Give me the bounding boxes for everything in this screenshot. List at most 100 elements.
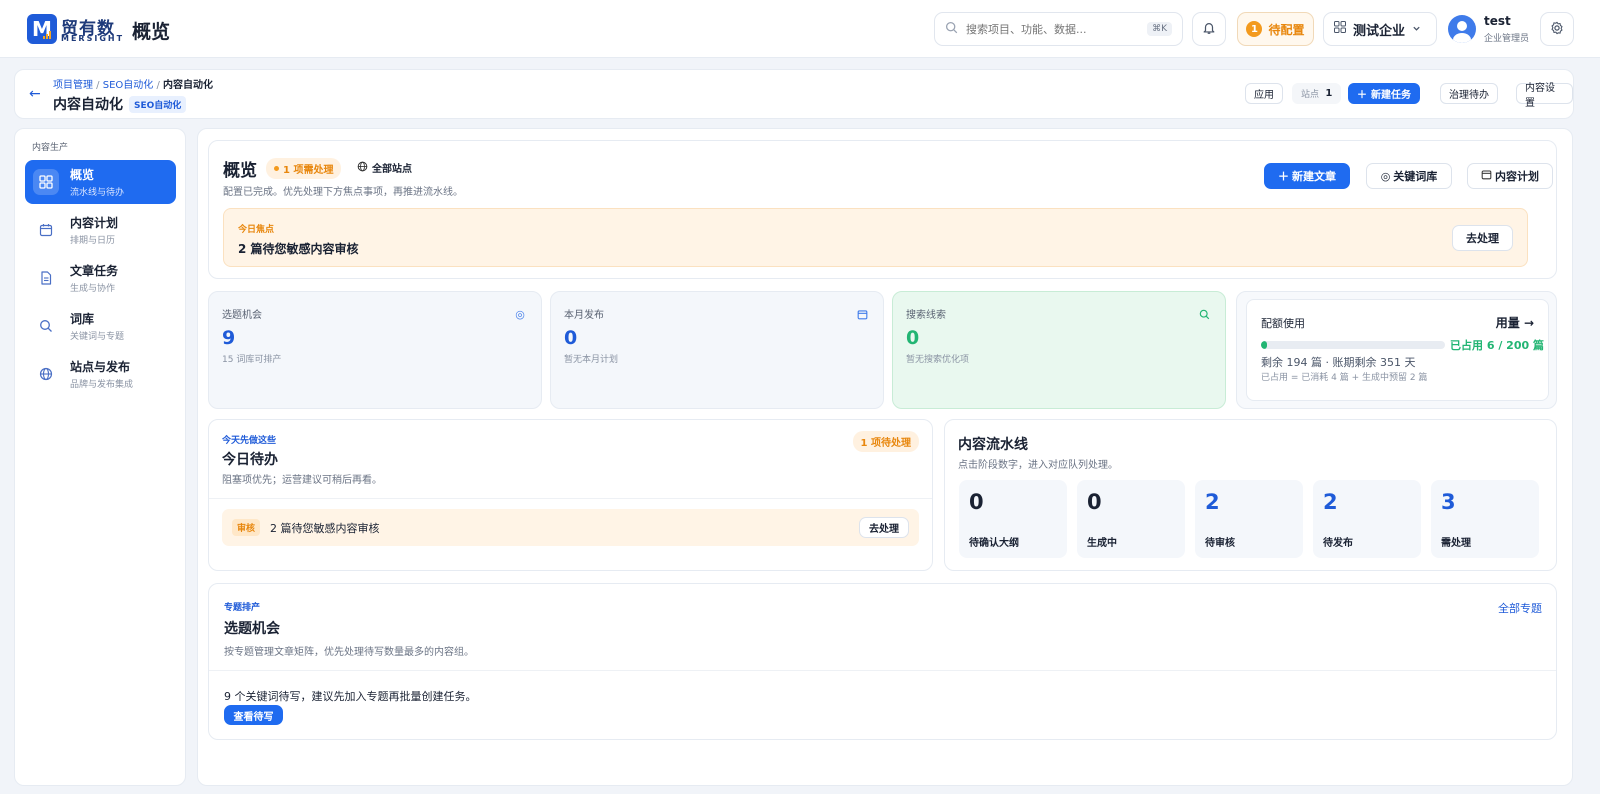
document-icon xyxy=(33,265,59,291)
todo-item-action-button[interactable]: 去处理 xyxy=(859,517,909,538)
stage-count: 0 xyxy=(969,490,984,514)
sidebar-item-sub: 流水线与待办 xyxy=(70,188,125,198)
search-input[interactable] xyxy=(966,22,1140,36)
content-plan-label: 内容计划 xyxy=(1495,170,1539,183)
breadcrumb-seo-automation[interactable]: SEO自动化 xyxy=(103,80,154,91)
all-sites-filter[interactable]: 全部站点 xyxy=(357,160,412,175)
calendar-icon xyxy=(1481,169,1492,183)
user-avatar[interactable] xyxy=(1448,15,1476,43)
target-icon: ◎ xyxy=(1380,169,1391,183)
search-icon xyxy=(945,21,958,37)
page-title: 概览 xyxy=(132,21,171,43)
today-todo-card: 今天先做这些 1 项待处理 今日待办 阻塞项优先；运营建议可稍后再看。 审核 2… xyxy=(208,419,933,571)
focus-action-button[interactable]: 去处理 xyxy=(1452,225,1513,251)
new-article-button[interactable]: ＋新建文章 xyxy=(1264,163,1350,189)
today-focus-banner: 今日焦点 2 篇待您敏感内容审核 去处理 xyxy=(223,208,1528,267)
pending-config-button[interactable]: 1 待配置 xyxy=(1237,12,1314,46)
pending-count-badge: 1 xyxy=(1246,21,1263,37)
sidebar-item-content-plan[interactable]: 内容计划 排期与日历 xyxy=(25,208,176,252)
pipeline-stage-needs-action[interactable]: 3 需处理 xyxy=(1431,480,1539,558)
new-task-button[interactable]: ＋ 新建任务 xyxy=(1348,83,1420,104)
sidebar-item-sub: 关键词与专题 xyxy=(70,332,125,342)
global-search[interactable]: ⌘K xyxy=(934,12,1183,46)
sidebar-item-label: 文章任务 xyxy=(70,264,119,278)
stage-label: 待发布 xyxy=(1323,538,1353,549)
pending-badge-text: 1 项需处理 xyxy=(283,165,334,176)
user-name[interactable]: test xyxy=(1484,14,1511,28)
sidebar-item-label: 站点与发布 xyxy=(70,360,131,374)
quota-remaining: 剩余 194 篇 · 账期剩余 351 天 xyxy=(1261,356,1416,369)
project-header: ← 项目管理 / SEO自动化 / 内容自动化 内容自动化 SEO自动化 应用 … xyxy=(14,69,1574,119)
plus-icon: ＋ xyxy=(1278,170,1289,183)
sites-indicator[interactable]: 站点 1 xyxy=(1292,83,1342,104)
breadcrumb-project-management[interactable]: 项目管理 xyxy=(53,80,93,91)
new-article-label: 新建文章 xyxy=(1292,170,1336,183)
sidebar-item-article-tasks[interactable]: 文章任务 生成与协作 xyxy=(25,256,176,300)
view-pending-button[interactable]: 查看待写 xyxy=(224,705,283,725)
todo-item[interactable]: 审核 2 篇待您敏感内容审核 去处理 xyxy=(222,509,919,546)
back-arrow-icon[interactable]: ← xyxy=(29,86,41,102)
quota-inner: 配额使用 用量 → 已占用 6 / 200 篇 剩余 194 篇 · 账期剩余 … xyxy=(1246,299,1549,401)
brand-name-en: MERSIGHT xyxy=(61,34,125,43)
pipeline-stage-publish[interactable]: 2 待发布 xyxy=(1313,480,1421,558)
gear-icon xyxy=(1550,21,1564,38)
stage-label: 生成中 xyxy=(1087,538,1117,549)
notification-bell-button[interactable] xyxy=(1192,12,1226,46)
sidebar-item-label: 词库 xyxy=(70,312,95,326)
company-name: 测试企业 xyxy=(1353,23,1406,39)
sidebar-item-sites-publishing[interactable]: 站点与发布 品牌与发布集成 xyxy=(25,352,176,396)
topics-title: 选题机会 xyxy=(224,621,280,637)
keyword-library-button[interactable]: ◎ 关键词库 xyxy=(1366,163,1452,189)
company-switcher[interactable]: 测试企业 xyxy=(1323,12,1437,46)
sidebar-item-keywords[interactable]: 词库 关键词与专题 xyxy=(25,304,176,348)
breadcrumb: 项目管理 / SEO自动化 / 内容自动化 xyxy=(53,80,214,91)
breadcrumb-current: 内容自动化 xyxy=(163,80,214,91)
all-topics-link[interactable]: 全部专题 xyxy=(1498,600,1542,616)
content-plan-button[interactable]: 内容计划 xyxy=(1467,163,1553,189)
chevron-down-icon xyxy=(1412,22,1421,37)
quota-title: 配额使用 xyxy=(1261,317,1305,330)
project-title: 内容自动化 xyxy=(53,97,123,113)
main-panel: 概览 1 项需处理 全部站点 配置已完成。优先处理下方焦点事项，再推进流水线。 … xyxy=(197,128,1573,786)
sidebar: 内容生产 概览 流水线与待办 内容计划 排期与日历 文章任务 生成与协作 词库 关键词与… xyxy=(14,128,186,786)
globe-icon xyxy=(357,161,368,175)
divider xyxy=(209,498,932,499)
content-settings-button[interactable]: 内容设置 xyxy=(1516,83,1573,109)
stage-count: 2 xyxy=(1323,490,1338,514)
stage-label: 需处理 xyxy=(1441,538,1471,549)
stat-sub: 15 词库可排产 xyxy=(222,355,282,365)
todo-subtitle: 阻塞项优先；运营建议可稍后再看。 xyxy=(222,475,382,486)
overview-card: 概览 1 项需处理 全部站点 配置已完成。优先处理下方焦点事项，再推进流水线。 … xyxy=(208,140,1557,279)
project-tag: SEO自动化 xyxy=(129,96,187,113)
overview-title: 概览 xyxy=(223,161,257,181)
stat-card-topics[interactable]: 选题机会 ◎ 9 15 词库可排产 xyxy=(208,291,542,409)
keyword-library-label: 关键词库 xyxy=(1393,170,1438,183)
plus-icon: ＋ xyxy=(1357,90,1367,101)
sidebar-item-label: 概览 xyxy=(70,168,95,182)
stage-label: 待审核 xyxy=(1205,538,1235,549)
pipeline-stage-review[interactable]: 2 待审核 xyxy=(1195,480,1303,558)
todo-kicker: 今天先做这些 xyxy=(222,436,277,446)
pipeline-stage-generating[interactable]: 0 生成中 xyxy=(1077,480,1185,558)
settings-button[interactable] xyxy=(1540,12,1574,46)
quota-card: 配额使用 用量 → 已占用 6 / 200 篇 剩余 194 篇 · 账期剩余 … xyxy=(1236,291,1557,409)
sidebar-item-overview[interactable]: 概览 流水线与待办 xyxy=(25,160,176,204)
user-role: 企业管理员 xyxy=(1484,34,1530,44)
apply-button[interactable]: 应用 xyxy=(1245,83,1283,104)
quota-usage-link[interactable]: 用量 → xyxy=(1496,314,1534,331)
quota-progress-bar xyxy=(1261,341,1445,349)
content-pipeline-card: 内容流水线 点击阶段数字，进入对应队列处理。 0 待确认大纲 0 生成中 2 待审核 … xyxy=(944,419,1557,571)
brand-logo-icon[interactable]: M xyxy=(27,14,57,44)
pending-config-label: 待配置 xyxy=(1268,22,1305,37)
pipeline-stage-outline[interactable]: 0 待确认大纲 xyxy=(959,480,1067,558)
stat-value: 9 xyxy=(222,327,236,349)
overview-subtitle: 配置已完成。优先处理下方焦点事项，再推进流水线。 xyxy=(223,187,463,198)
stat-card-monthly-publish[interactable]: 本月发布 0 暂无本月计划 xyxy=(550,291,884,409)
search-icon xyxy=(33,313,59,339)
all-sites-label: 全部站点 xyxy=(372,164,412,175)
stat-card-search-leads[interactable]: 搜索线索 0 暂无搜索优化项 xyxy=(892,291,1226,409)
governance-todo-button[interactable]: 治理待办 xyxy=(1440,83,1498,104)
stage-count: 0 xyxy=(1087,490,1102,514)
stat-sub: 暂无搜索优化项 xyxy=(906,355,970,365)
bell-icon xyxy=(1202,21,1216,38)
